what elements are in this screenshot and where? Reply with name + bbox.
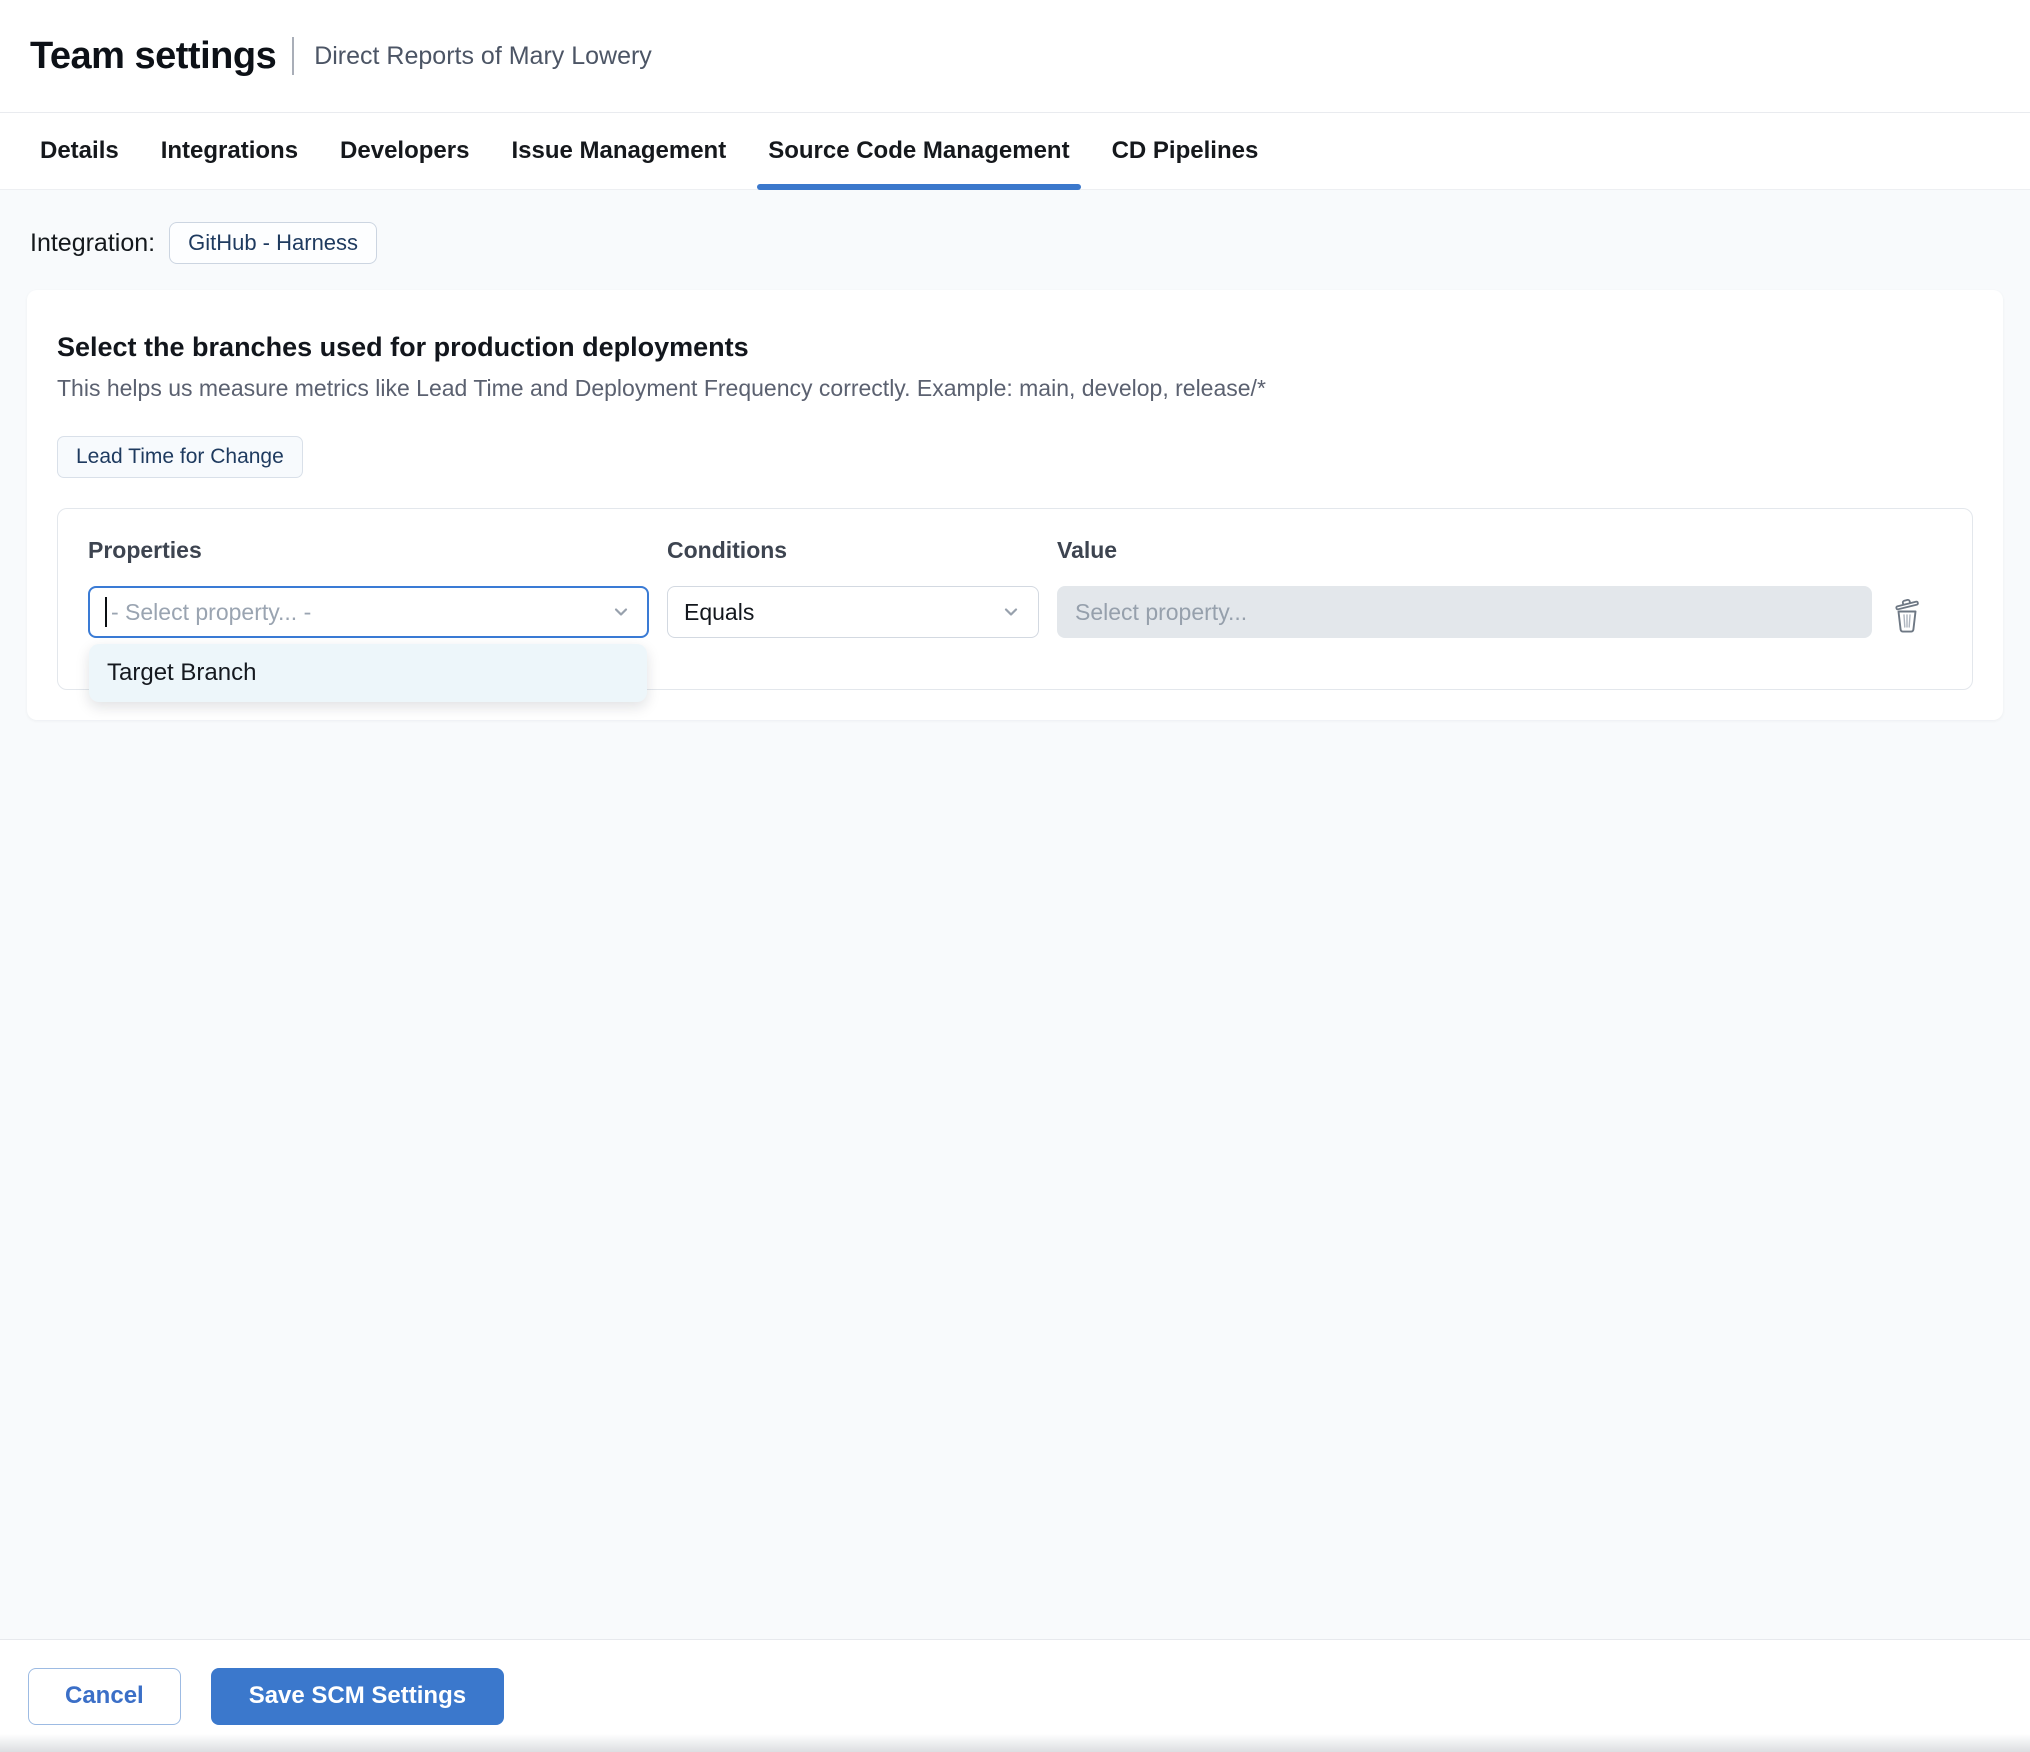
tab-details[interactable]: Details	[19, 113, 140, 189]
save-scm-settings-button[interactable]: Save SCM Settings	[210, 1667, 505, 1725]
tab-developers[interactable]: Developers	[319, 113, 490, 189]
page-header: Team settings Direct Reports of Mary Low…	[0, 0, 2030, 113]
content-area: Integration: GitHub - Harness Select the…	[0, 190, 2030, 1639]
card-heading: Select the branches used for production …	[57, 332, 749, 362]
chevron-down-icon	[1004, 608, 1018, 616]
team-settings-page: Team settings Direct Reports of Mary Low…	[0, 0, 2030, 1752]
chevron-down-icon	[614, 608, 628, 616]
trash-icon	[1895, 598, 1919, 633]
delete-rule-button[interactable]	[1888, 594, 1926, 641]
tab-bar: Details Integrations Developers Issue Ma…	[0, 113, 2030, 190]
cancel-button[interactable]: Cancel	[28, 1667, 181, 1725]
footer-bar: Cancel Save SCM Settings	[0, 1639, 2030, 1752]
tab-integrations[interactable]: Integrations	[140, 113, 319, 189]
property-select-placeholder: - Select property... -	[111, 598, 312, 625]
rule-labels-row: Properties Conditions Value	[88, 537, 1942, 586]
tab-cd-pipelines-label: CD Pipelines	[1111, 137, 1259, 164]
rule-box: Properties Conditions Value - Select pro…	[57, 508, 1973, 702]
tab-details-label: Details	[40, 137, 119, 164]
page-subtitle: Direct Reports of Mary Lowery	[314, 41, 652, 70]
integration-row: Integration: GitHub - Harness	[27, 222, 2003, 264]
tab-issue-management-label: Issue Management	[511, 137, 727, 164]
card-description: This helps us measure metrics like Lead …	[57, 375, 1266, 401]
metric-tab-lead-time-for-change[interactable]: Lead Time for Change	[57, 436, 303, 478]
rule-fields-row: - Select property... - Target Branch Equ…	[88, 586, 1942, 702]
tab-issue-management[interactable]: Issue Management	[490, 113, 747, 189]
condition-select-value: Equals	[684, 598, 755, 625]
text-cursor	[105, 597, 107, 627]
tab-integrations-label: Integrations	[160, 137, 299, 164]
conditions-column-label: Conditions	[667, 537, 788, 563]
value-column-label: Value	[1057, 537, 1118, 563]
value-input-placeholder: Select property...	[1075, 598, 1248, 625]
page-title: Team settings	[30, 34, 277, 77]
tab-developers-label: Developers	[340, 137, 470, 164]
value-input: Select property...	[1057, 586, 1872, 638]
tab-cd-pipelines[interactable]: CD Pipelines	[1091, 113, 1280, 189]
tab-source-code-management[interactable]: Source Code Management	[747, 113, 1090, 190]
scm-settings-card: Select the branches used for production …	[27, 290, 2003, 720]
properties-column-label: Properties	[88, 537, 202, 563]
title-divider	[292, 37, 295, 75]
condition-select[interactable]: Equals	[667, 586, 1039, 638]
integration-chip[interactable]: GitHub - Harness	[169, 222, 378, 264]
tab-source-code-management-label: Source Code Management	[768, 137, 1070, 164]
property-dropdown: Target Branch	[89, 644, 647, 702]
property-select[interactable]: - Select property... -	[88, 586, 649, 638]
integration-label: Integration:	[30, 228, 156, 257]
dropdown-option-target-branch[interactable]: Target Branch	[89, 644, 647, 702]
